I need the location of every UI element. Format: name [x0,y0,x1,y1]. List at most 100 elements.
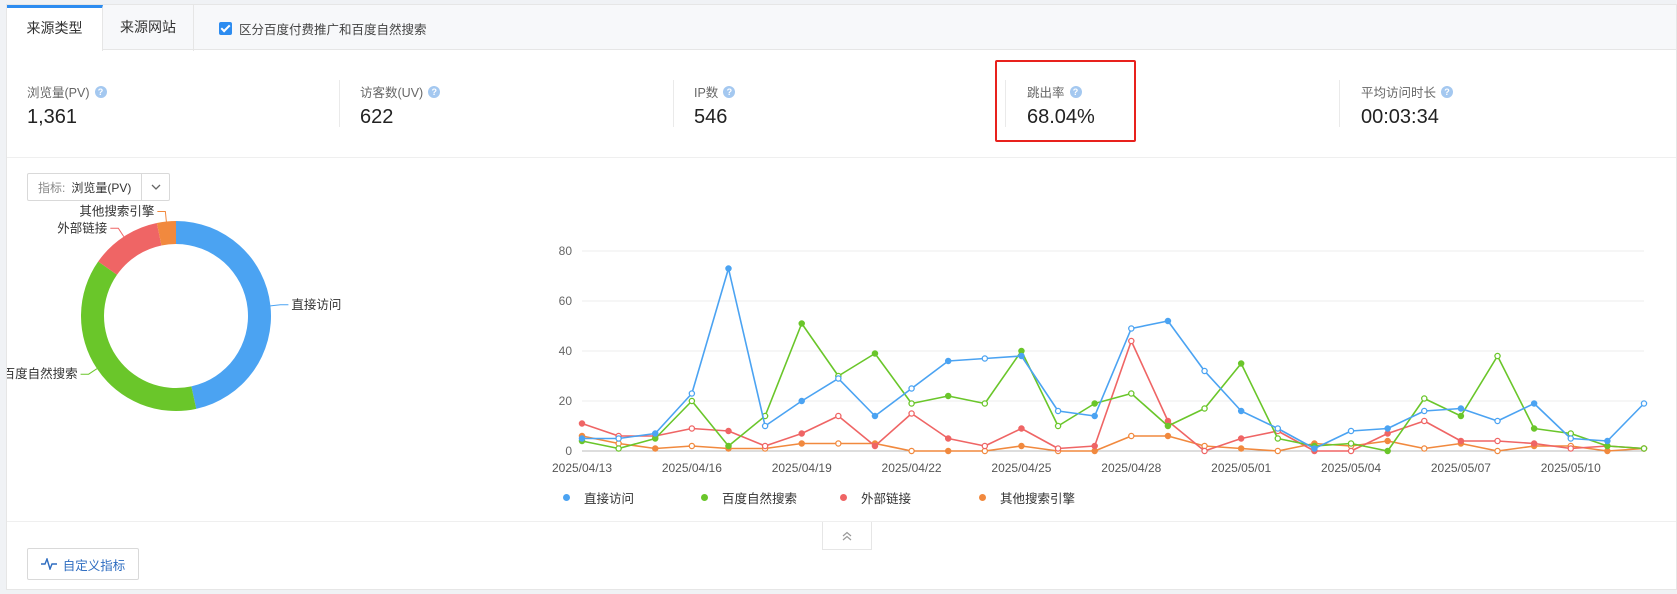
data-point [1530,400,1538,407]
y-tick-label: 20 [559,394,573,408]
data-point [1494,417,1501,425]
x-tick-label: 2025/05/01 [1211,461,1271,475]
data-point [1237,407,1245,415]
data-point [1384,437,1391,445]
data-point [908,400,915,407]
data-point [1494,352,1501,360]
data-point [688,390,696,397]
x-tick-label: 2025/04/16 [662,461,722,475]
data-point [981,442,989,450]
data-point [1384,425,1391,432]
data-point [1567,445,1575,452]
data-point [1164,422,1172,430]
series-line [581,322,1645,452]
data-point [1018,352,1025,360]
data-point [835,440,842,447]
pie-label-line [110,227,125,237]
data-point [908,447,915,455]
data-point [725,442,732,450]
data-point [1237,445,1245,452]
data-point [1091,400,1098,407]
series-line [582,267,1645,450]
data-point [981,400,989,407]
legend-other[interactable]: 其他搜索引擎 [979,489,1076,506]
legend-external-label: 外部链接 [861,491,912,506]
pie-slice [98,222,162,275]
data-point [1457,405,1465,412]
data-point [725,265,732,272]
data-point [944,447,952,455]
legend-dot-icon [563,493,570,501]
data-point [1201,367,1208,375]
series-line [581,435,1645,452]
data-point [1421,407,1428,415]
legend-external[interactable]: 外部链接 [840,489,912,506]
data-point [1347,447,1355,455]
data-point [1164,432,1172,440]
legend-other-label: 其他搜索引擎 [1000,491,1076,506]
legend-direct-label: 直接访问 [584,491,635,506]
custom-metric-button[interactable]: 自定义指标 [27,548,139,580]
data-point [1091,412,1098,420]
data-point [1091,442,1098,450]
data-point [1128,432,1135,440]
data-point [1237,435,1245,442]
pulse-icon [40,558,57,570]
data-point [1274,435,1282,442]
data-point [1604,437,1611,445]
legend-baidu-label: 百度自然搜索 [722,491,798,506]
data-point [798,320,805,327]
data-point [944,357,952,365]
collapse-button[interactable] [822,522,872,550]
data-point [835,375,842,382]
data-point [871,412,879,420]
data-point [1421,395,1428,402]
data-point [1274,447,1282,455]
data-point [798,440,805,447]
data-point [798,430,805,437]
data-point [1128,337,1135,345]
legend-direct[interactable]: 直接访问 [563,489,635,506]
data-point [1054,407,1062,415]
data-point [1128,325,1135,332]
data-point [1421,417,1428,425]
data-point [944,435,952,442]
data-point [578,435,586,442]
data-point [1567,435,1575,442]
data-point [1128,390,1135,397]
data-point [871,442,879,450]
data-point [725,427,732,435]
data-point [1201,405,1208,412]
data-point [1274,425,1282,432]
legend-dot-icon [701,493,708,501]
data-point [1640,445,1648,452]
data-point [1347,427,1355,435]
data-point [1201,447,1208,455]
x-tick-label: 2025/04/19 [772,461,832,475]
x-tick-label: 2025/04/28 [1101,461,1161,475]
data-point [798,397,805,405]
source-type-panel: 来源类型 来源网站 区分百度付费推广和百度自然搜索 浏览量(PV)? 1,361… [6,4,1677,590]
data-point [761,422,769,430]
x-tick-label: 2025/04/25 [991,461,1051,475]
data-point [688,442,696,450]
pie-label-line [80,368,98,375]
data-point [1311,445,1318,452]
pie-label: 其他搜索引擎 [79,204,154,219]
data-point [1164,317,1172,325]
data-point [908,385,915,392]
data-point [1237,360,1245,367]
data-point [1421,445,1428,452]
legend-baidu[interactable]: 百度自然搜索 [701,489,798,506]
data-point [1530,440,1538,447]
data-point [1494,437,1501,445]
data-point [1347,440,1355,447]
pie-label: 外部链接 [57,220,108,235]
data-point [1457,437,1465,445]
data-point [1494,447,1501,455]
pie-slice [176,221,271,409]
data-point [651,430,659,437]
pie-label: 百度自然搜索 [7,366,78,381]
data-point [871,350,879,357]
data-point [1054,445,1062,452]
